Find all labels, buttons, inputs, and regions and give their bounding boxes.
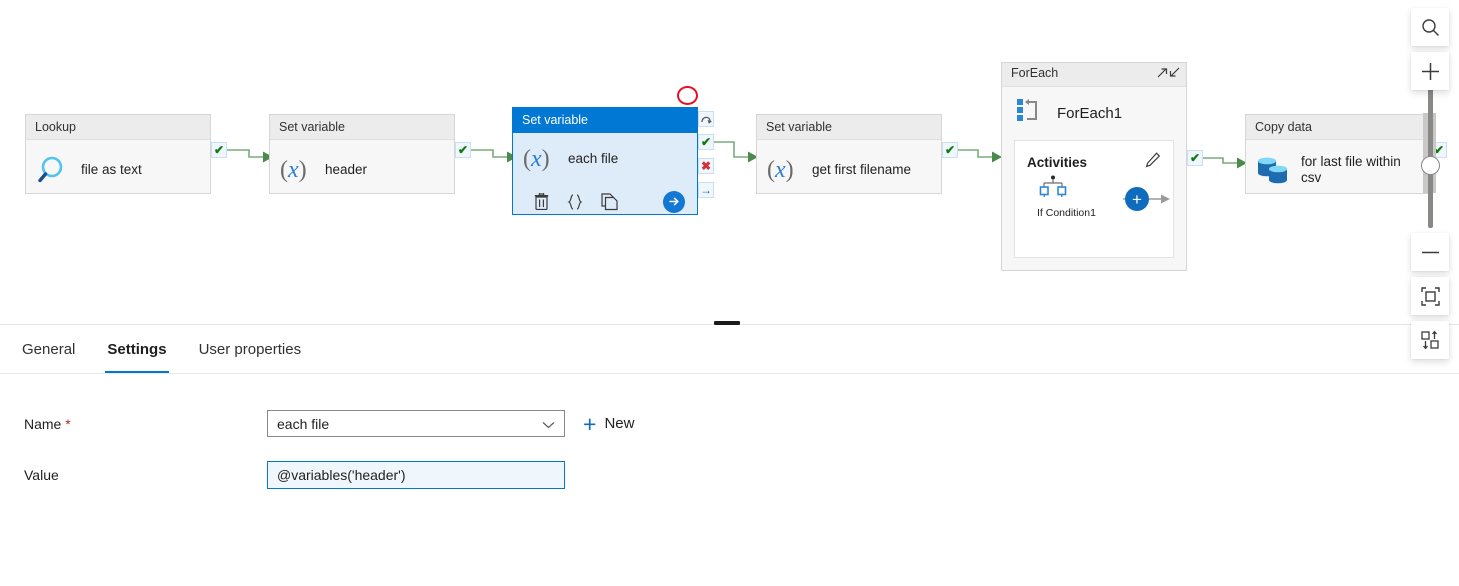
plus-icon: + — [583, 410, 597, 437]
activity-name-label: each file — [568, 151, 619, 166]
new-variable-button[interactable]: + New — [583, 410, 635, 437]
name-field-label: Name * — [24, 415, 71, 432]
value-field-label: Value — [24, 467, 59, 483]
collapse-arrow-icon[interactable] — [1169, 67, 1180, 81]
delete-icon[interactable] — [524, 189, 558, 215]
zoom-in-button[interactable] — [1411, 52, 1449, 90]
pipeline-canvas[interactable]: Lookup file as text ✔ Set variable (x) h… — [0, 0, 1459, 325]
new-button-label: New — [604, 415, 635, 432]
value-input[interactable]: @variables('header') — [267, 461, 565, 489]
connector-get-first-filename-to-foreach — [958, 149, 1002, 163]
activities-box[interactable]: Activities If Condition1 + — [1014, 140, 1174, 258]
tab-settings[interactable]: Settings — [105, 325, 169, 373]
tab-label: General — [22, 340, 76, 358]
value-input-text: @variables('header') — [277, 467, 406, 483]
required-asterisk: * — [65, 415, 71, 432]
name-dropdown[interactable]: each file — [267, 410, 565, 437]
tab-label: User properties — [198, 340, 302, 358]
activity-name-label: get first filename — [812, 162, 912, 177]
activity-name-label: file as text — [81, 162, 142, 177]
connector-handle-skipped[interactable] — [698, 111, 714, 127]
connector-handle-success[interactable]: ✔ — [211, 142, 227, 158]
fit-to-screen-icon[interactable] — [1411, 277, 1449, 315]
connector-handle-failure[interactable]: ✖ — [698, 158, 714, 174]
chevron-down-icon[interactable] — [542, 416, 555, 432]
name-dropdown-value: each file — [277, 415, 330, 432]
connector-lookup-to-set-header — [227, 149, 273, 163]
set-variable-icon: (x) — [523, 146, 550, 172]
activity-type-label: Lookup — [26, 115, 210, 140]
activity-type-label: Copy data — [1246, 115, 1430, 140]
open-activity-button[interactable] — [663, 190, 685, 213]
panel-tab-bar[interactable]: General Settings User properties — [0, 325, 1459, 374]
search-icon[interactable] — [1411, 8, 1449, 46]
properties-panel: General Settings User properties Name * — [0, 325, 1459, 586]
annotation-circle — [677, 86, 698, 105]
connector-set-header-to-each-file — [471, 149, 517, 163]
add-activity-button[interactable]: + — [1125, 187, 1149, 211]
form-row-name: Name * each file + New — [24, 410, 1459, 437]
connector-handle-success[interactable]: ✔ — [698, 134, 714, 150]
expand-arrow-icon[interactable] — [1157, 67, 1168, 81]
inner-activity-if-condition[interactable]: If Condition1 — [1037, 175, 1117, 219]
activity-node-set-variable-header[interactable]: Set variable (x) header — [269, 114, 455, 194]
activity-type-label: Set variable — [757, 115, 941, 140]
clone-copy-icon[interactable] — [592, 189, 626, 215]
activity-type-label: Set variable — [270, 115, 454, 140]
connector-foreach-to-copy-data — [1203, 157, 1247, 169]
canvas-toolbar[interactable] — [1411, 8, 1449, 365]
container-type-label: ForEach — [1011, 66, 1059, 80]
connector-each-file-to-get-first-filename — [714, 141, 758, 163]
container-name-label: ForEach1 — [1057, 104, 1123, 122]
connector-handle-success[interactable]: ✔ — [455, 142, 471, 158]
pipeline-designer: Lookup file as text ✔ Set variable (x) h… — [0, 0, 1459, 586]
pencil-icon[interactable] — [1145, 152, 1161, 173]
set-variable-icon: (x) — [280, 157, 307, 183]
activity-type-label: Set variable — [513, 108, 697, 133]
connector-handle-completion[interactable]: → — [698, 182, 714, 198]
node-toolbar[interactable] — [513, 185, 697, 218]
auto-align-icon[interactable] — [1411, 321, 1449, 359]
inner-activity-label: If Condition1 — [1037, 207, 1096, 219]
connector-handle-success[interactable]: ✔ — [942, 142, 958, 158]
activity-node-lookup[interactable]: Lookup file as text — [25, 114, 211, 194]
zoom-slider-thumb[interactable] — [1420, 156, 1440, 175]
activity-name-label: header — [325, 162, 368, 177]
form-row-value: Value @variables('header') — [24, 461, 1459, 489]
activity-name-label: for last file within csv — [1301, 154, 1401, 185]
copy-data-database-icon — [1256, 153, 1290, 187]
zoom-out-button[interactable] — [1411, 233, 1449, 271]
code-braces-icon[interactable] — [558, 189, 592, 215]
tab-label: Settings — [107, 340, 167, 358]
activity-node-set-variable-get-first-filename[interactable]: Set variable (x) get first filename — [756, 114, 942, 194]
activity-node-set-variable-each-file[interactable]: Set variable (x) each file — [512, 107, 698, 215]
connector-handle-success[interactable]: ✔ — [1187, 150, 1203, 166]
lookup-magnifier-icon — [36, 153, 70, 187]
tab-user-properties[interactable]: User properties — [197, 325, 304, 373]
foreach-loop-icon — [1016, 97, 1041, 129]
if-condition-icon — [1039, 175, 1067, 197]
settings-form: Name * each file + New Value @variables(… — [0, 374, 1459, 489]
activities-label: Activities — [1027, 155, 1088, 170]
container-node-foreach[interactable]: ForEach ForEach1 Activities If Condition… — [1001, 62, 1187, 271]
set-variable-icon: (x) — [767, 157, 794, 183]
tab-general[interactable]: General — [20, 325, 77, 373]
activity-node-copy-data[interactable]: Copy data for last file within csv — [1245, 114, 1431, 194]
